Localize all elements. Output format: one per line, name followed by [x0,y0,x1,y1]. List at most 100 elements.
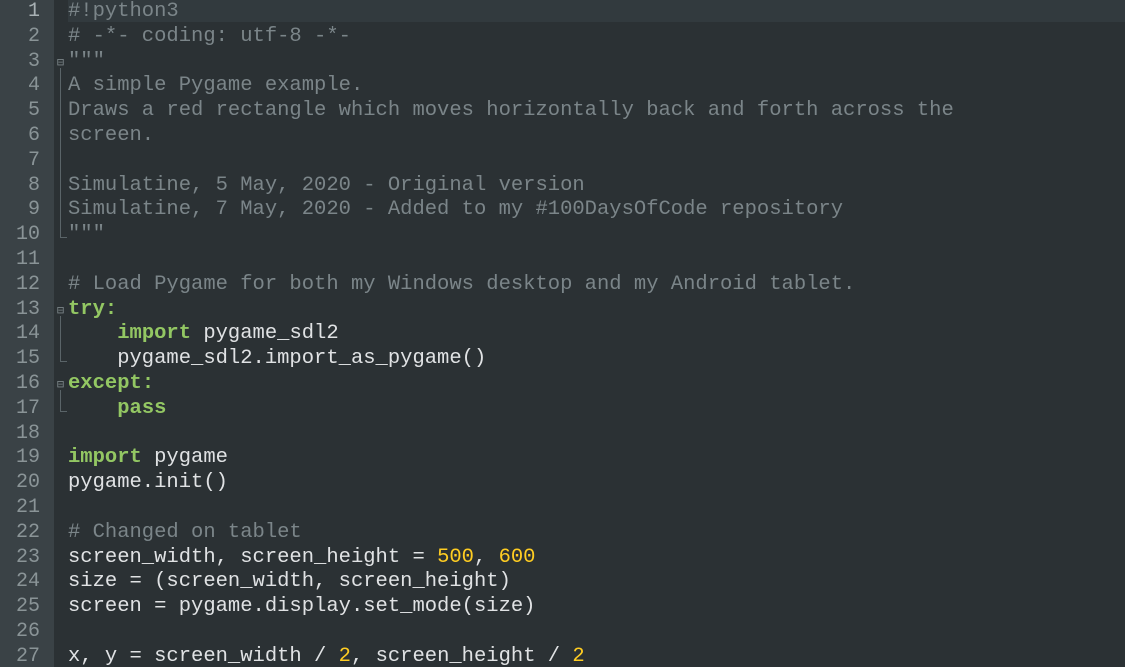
line-number: 6 [27,123,40,147]
code-token-kw: except [68,371,142,395]
code-area[interactable]: #!python3 # -*- coding: utf-8 -*- """ A sim… [68,0,1125,667]
code-line[interactable] [68,422,1125,447]
line-number: 8 [27,173,40,197]
line-number: 15 [15,347,40,371]
line-number: 14 [15,322,40,346]
line-number: 27 [15,644,40,667]
line-number: 4 [27,74,40,98]
line-number: 12 [15,272,40,296]
code-token-plain: pygame_sdl2.import_as_pygame() [68,347,487,371]
code-line[interactable]: Draws a red rectangle which moves horizo… [68,99,1125,124]
code-token-plain: screen_width, screen_height = [68,545,438,569]
code-token-comment: screen. [68,123,155,147]
code-token-kw: pass [117,396,167,420]
code-line[interactable]: pygame_sdl2.import_as_pygame() [68,347,1125,372]
line-number: 19 [15,446,40,470]
code-token-comment: Simulatine, 7 May, 2020 - Added to my #1… [68,198,844,222]
code-token-plain: , [473,545,499,569]
line-number: 17 [15,396,40,420]
fold-guide [60,390,61,411]
line-number: 13 [15,297,40,321]
code-token-comment: # Load Pygame for both my Windows deskto… [68,272,856,296]
code-line[interactable]: # Changed on tablet [68,521,1125,546]
fold-guide-end [60,361,67,363]
code-editor[interactable]: 1 2 3 4 5 6 7 8 9 10 11 12 13 14 15 16 17 18 19 20 21 22 23 24 2… [0,0,1125,667]
code-line[interactable] [68,248,1125,273]
line-number: 18 [15,421,40,445]
code-line[interactable]: """ [68,223,1125,248]
code-token-num: 500 [437,545,474,569]
code-token-kw: import [68,446,142,470]
code-token-comment: # Changed on tablet [68,520,302,544]
code-line[interactable]: screen_width, screen_height = 500, 600 [68,546,1125,571]
code-token-plain: screen = pygame.display.set_mode(size) [68,595,536,619]
fold-toggle-icon[interactable]: ⊟ [56,304,65,316]
line-number: 5 [27,99,40,123]
code-token-num: 600 [498,545,536,569]
code-token-num: 2 [572,644,585,667]
code-token-plain: pygame_sdl2 [191,322,339,346]
code-line[interactable] [68,496,1125,521]
code-token-comment: Simulatine, 5 May, 2020 - Original versi… [68,173,585,197]
code-line[interactable]: pygame.init() [68,471,1125,496]
line-number: 21 [15,495,40,519]
code-line[interactable]: Simulatine, 5 May, 2020 - Original versi… [68,174,1125,199]
fold-margin[interactable]: ⊟ ⊟ ⊟ [54,0,68,667]
line-number: 1 [27,0,40,23]
code-token-comment: """ [68,223,105,247]
line-number: 24 [15,570,40,594]
line-number: 10 [15,223,40,247]
code-token-kw: : [104,297,118,321]
fold-toggle-icon[interactable]: ⊟ [56,56,65,68]
code-token-comment: # -*- coding: utf-8 -*- [68,24,351,48]
code-token-comment: #!python3 [68,0,179,23]
code-line[interactable]: screen. [68,124,1125,149]
code-token-plain: pygame [141,446,228,470]
line-number-gutter: 1 2 3 4 5 6 7 8 9 10 11 12 13 14 15 16 17 18 19 20 21 22 23 24 2… [0,0,54,667]
code-line[interactable] [68,620,1125,645]
code-line[interactable]: # Load Pygame for both my Windows deskto… [68,273,1125,298]
code-line[interactable]: try: [68,298,1125,323]
code-token-comment: A simple Pygame example. [68,74,364,98]
line-number: 25 [15,595,40,619]
code-token-plain: , screen_height / [350,644,573,667]
code-token-kw: try [68,297,105,321]
line-number: 22 [15,520,40,544]
code-token-kw: import [117,322,192,346]
code-token-comment: Draws a red rectangle which moves horizo… [68,99,954,123]
code-line[interactable]: """ [68,50,1125,75]
line-number: 7 [27,148,40,172]
fold-guide-end [60,237,67,239]
line-number: 11 [15,247,40,271]
code-token-num: 2 [338,644,351,667]
code-line[interactable]: A simple Pygame example. [68,74,1125,99]
code-line[interactable]: import pygame [68,446,1125,471]
code-line[interactable]: pass [68,397,1125,422]
code-token-comment: """ [68,49,105,73]
code-token-kw: : [141,371,155,395]
code-line[interactable] [68,149,1125,174]
fold-toggle-icon[interactable]: ⊟ [56,378,65,390]
code-line[interactable]: size = (screen_width, screen_height) [68,570,1125,595]
code-line[interactable]: #!python3 [68,0,1125,25]
fold-guide-end [60,410,67,412]
code-token-plain: x, y = screen_width / [68,644,339,667]
code-line[interactable]: screen = pygame.display.set_mode(size) [68,595,1125,620]
code-line[interactable]: x, y = screen_width / 2, screen_height /… [68,645,1125,667]
code-line[interactable]: import pygame_sdl2 [68,322,1125,347]
line-number: 3 [27,49,40,73]
fold-guide [60,315,61,362]
line-number: 26 [15,619,40,643]
code-token-plain: pygame.init() [68,471,228,495]
line-number: 20 [15,471,40,495]
code-line[interactable]: Simulatine, 7 May, 2020 - Added to my #1… [68,198,1125,223]
line-number: 2 [27,24,40,48]
line-number: 9 [27,198,40,222]
code-token-plain: size = (screen_width, screen_height) [68,570,511,594]
code-line[interactable]: # -*- coding: utf-8 -*- [68,25,1125,50]
line-number: 23 [15,545,40,569]
line-number: 16 [15,371,40,395]
code-line[interactable]: except: [68,372,1125,397]
